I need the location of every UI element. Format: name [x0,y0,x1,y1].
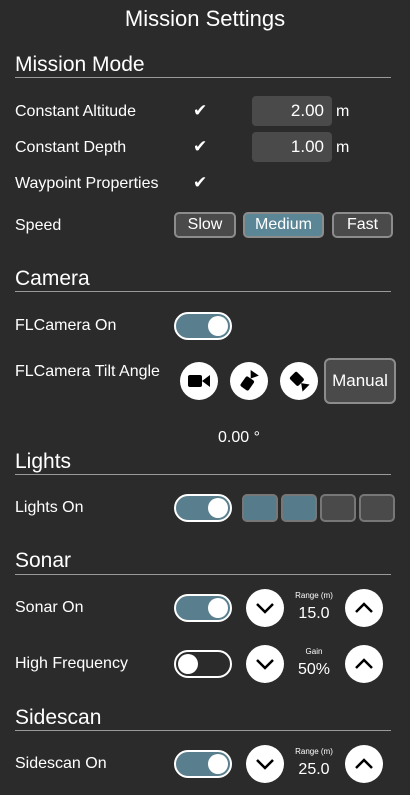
sidescan-range-caption: Range (m) [295,747,333,756]
sidescan-on-label: Sidescan On [15,755,107,772]
flcamera-on-label: FLCamera On [15,317,117,334]
constant-altitude-label: Constant Altitude [15,103,136,120]
speed-fast-button[interactable]: Fast [332,212,393,238]
gain-value: 50% [297,661,331,678]
sonar-range-caption: Range (m) [295,591,333,600]
altitude-input[interactable]: 2.00 [252,96,332,126]
toggle-knob [208,316,228,336]
sidescan-range-decrease-button[interactable] [246,745,284,783]
gain-caption: Gain [305,647,323,656]
section-lights: Lights [15,450,72,473]
chevron-down-icon [256,759,274,770]
manual-tilt-button[interactable]: Manual [324,358,396,404]
page-title: Mission Settings [124,6,286,31]
lights-on-label: Lights On [15,499,84,516]
divider [15,574,391,575]
divider [15,730,391,731]
tilt-down-45-button[interactable] [230,362,268,400]
constant-altitude-check-icon[interactable]: ✔ [193,101,207,121]
light-level-1[interactable] [242,494,278,522]
high-frequency-label: High Frequency [15,655,128,672]
constant-depth-check-icon[interactable]: ✔ [193,137,207,157]
tilt-down-button[interactable] [280,362,318,400]
speed-medium-button[interactable]: Medium [243,212,324,238]
gain-increase-button[interactable] [345,645,383,683]
chevron-down-icon [256,659,274,670]
toggle-knob [208,598,228,618]
toggle-knob [208,754,228,774]
chevron-up-icon [355,758,373,769]
toggle-knob [208,498,228,518]
high-frequency-toggle[interactable] [174,650,232,678]
section-sidescan: Sidescan [15,706,102,729]
speed-label: Speed [15,217,62,234]
toggle-knob [178,654,198,674]
divider [15,77,391,78]
lights-toggle[interactable] [174,494,232,522]
tilt-forward-button[interactable] [180,362,218,400]
sidescan-range-increase-button[interactable] [345,745,383,783]
light-level-2[interactable] [281,494,317,522]
chevron-down-icon [256,603,274,614]
section-camera: Camera [15,267,90,290]
light-level-4[interactable] [359,494,395,522]
depth-input[interactable]: 1.00 [252,132,332,162]
chevron-up-icon [355,602,373,613]
section-mission-mode: Mission Mode [15,53,145,76]
divider [15,474,391,475]
speed-slow-button[interactable]: Slow [174,212,236,238]
sonar-range-value: 15.0 [298,605,330,622]
sidescan-toggle[interactable] [174,750,232,778]
sidescan-range-value: 25.0 [298,761,330,778]
constant-depth-label: Constant Depth [15,139,127,156]
depth-unit: m [336,139,350,156]
gain-decrease-button[interactable] [246,645,284,683]
waypoint-properties-label: Waypoint Properties [15,175,159,192]
light-level-3[interactable] [320,494,356,522]
sonar-range-increase-button[interactable] [345,589,383,627]
video-camera-tilted-icon [240,369,259,391]
divider [15,291,391,292]
chevron-up-icon [355,658,373,669]
video-camera-icon [188,375,210,387]
waypoint-properties-check-icon[interactable]: ✔ [193,173,207,193]
altitude-unit: m [336,103,350,120]
sonar-on-label: Sonar On [15,599,84,616]
section-sonar: Sonar [15,549,72,572]
sonar-toggle[interactable] [174,594,232,622]
tilt-angle-value: 0.00 ° [218,429,260,446]
sonar-range-decrease-button[interactable] [246,589,284,627]
flcamera-toggle[interactable] [174,312,232,340]
flcamera-tilt-label: FLCamera Tilt Angle [15,363,160,380]
video-camera-down-icon [289,371,310,392]
